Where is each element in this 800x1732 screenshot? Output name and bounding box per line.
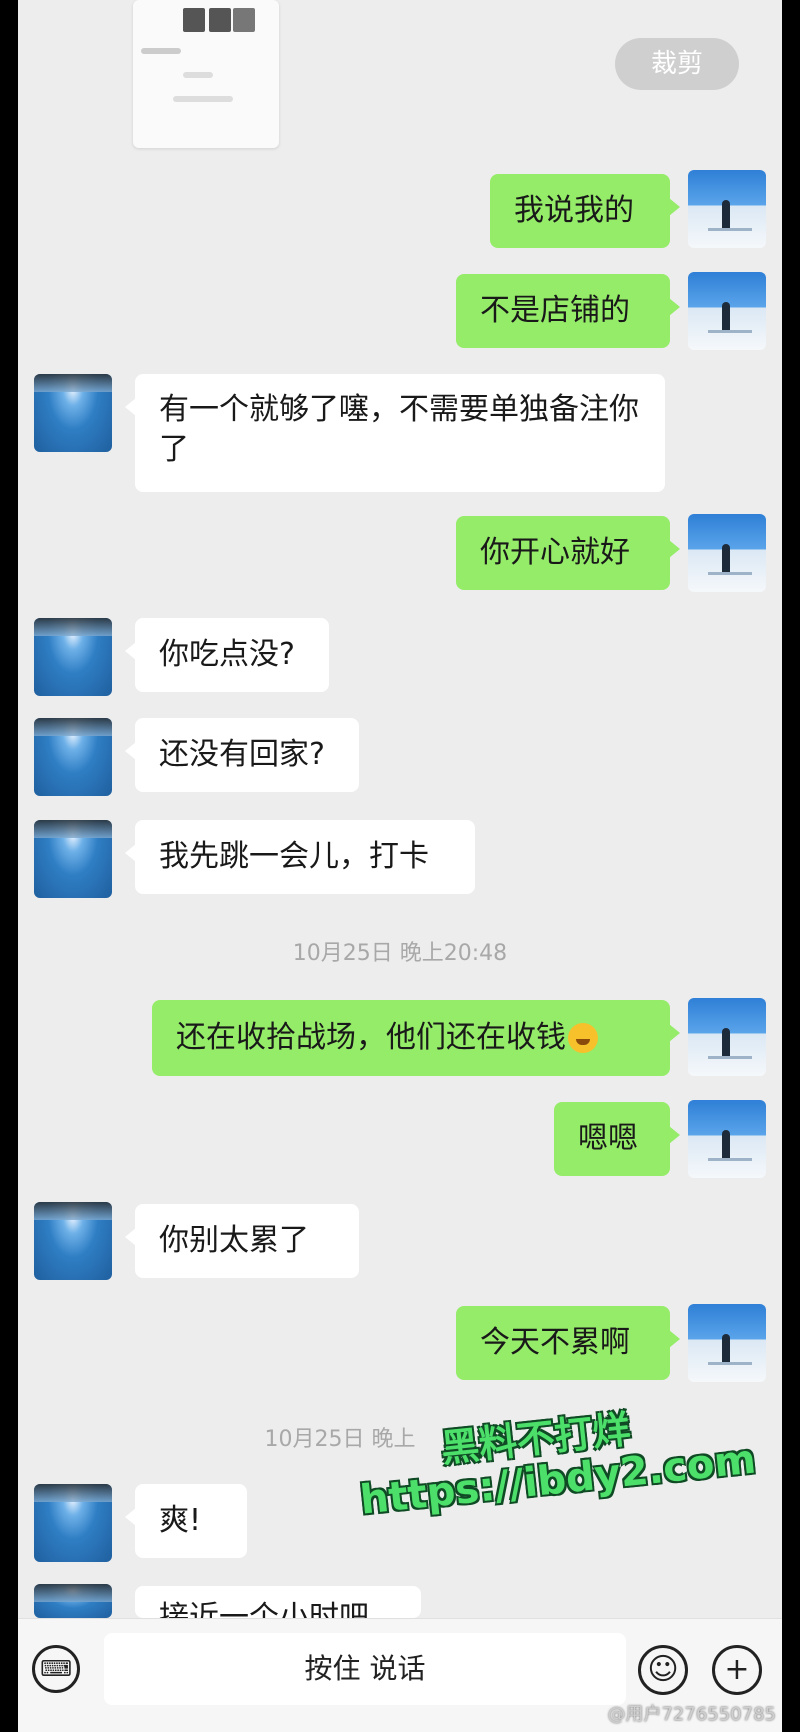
crop-button[interactable]: 裁剪 <box>615 38 739 90</box>
thumb-pic <box>183 8 205 32</box>
message-bubble-received[interactable]: 你别太累了 <box>125 1204 359 1278</box>
message-bubble-sent[interactable]: 不是店铺的 <box>456 274 680 348</box>
message-bubble-received[interactable]: 接近一个小时吧 <box>135 1586 421 1618</box>
thumb-line <box>141 48 181 54</box>
contact-avatar[interactable] <box>34 820 112 898</box>
message-text: 还在收拾战场，他们还在收钱 <box>176 1020 566 1055</box>
thumb-line <box>173 96 233 102</box>
emoji-icon[interactable]: ☺ <box>638 1645 688 1695</box>
thumb-pic <box>209 8 231 32</box>
phone-frame: 裁剪 我说我的 不是店铺的 有一个就够了噻，不需要单独备注你了 你开心就好 你吃… <box>0 0 800 1732</box>
contact-avatar[interactable] <box>34 1202 112 1280</box>
contact-avatar[interactable] <box>34 718 112 796</box>
message-bubble-sent[interactable]: 我说我的 <box>490 174 680 248</box>
contact-avatar[interactable] <box>34 618 112 696</box>
contact-avatar[interactable] <box>34 1584 112 1618</box>
laughing-tears-emoji-icon <box>568 1023 598 1053</box>
message-bubble-received[interactable]: 还没有回家? <box>125 718 359 792</box>
self-avatar[interactable] <box>688 1100 766 1178</box>
thumb-line <box>183 72 213 78</box>
thumb-pic <box>233 8 255 32</box>
keyboard-icon[interactable]: ⌨ <box>32 1645 80 1693</box>
message-bubble-sent[interactable]: 你开心就好 <box>456 516 680 590</box>
self-avatar[interactable] <box>688 998 766 1076</box>
hold-to-talk-button[interactable]: 按住 说话 <box>104 1633 626 1705</box>
message-bubble-sent[interactable]: 嗯嗯 <box>554 1102 680 1176</box>
contact-avatar[interactable] <box>34 1484 112 1562</box>
self-avatar[interactable] <box>688 1304 766 1382</box>
message-bubble-sent[interactable]: 还在收拾战场，他们还在收钱 <box>152 1000 680 1076</box>
chat-screen[interactable]: 裁剪 我说我的 不是店铺的 有一个就够了噻，不需要单独备注你了 你开心就好 你吃… <box>18 0 782 1732</box>
self-avatar[interactable] <box>688 170 766 248</box>
message-timestamp: 10月25日 晚上20:48 <box>292 941 508 966</box>
message-bubble-received[interactable]: 你吃点没? <box>125 618 329 692</box>
message-bubble-received[interactable]: 爽! <box>125 1484 247 1558</box>
plus-icon[interactable]: + <box>712 1645 762 1695</box>
message-bubble-received[interactable]: 我先跳一会儿，打卡 <box>125 820 475 894</box>
message-bubble-sent[interactable]: 今天不累啊 <box>456 1306 680 1380</box>
self-avatar[interactable] <box>688 514 766 592</box>
contact-avatar[interactable] <box>34 374 112 452</box>
self-avatar[interactable] <box>688 272 766 350</box>
image-message-thumbnail[interactable] <box>133 0 279 148</box>
weibo-user-watermark: @用户7276550785 <box>607 1704 776 1725</box>
message-bubble-received[interactable]: 有一个就够了噻，不需要单独备注你了 <box>125 374 665 492</box>
